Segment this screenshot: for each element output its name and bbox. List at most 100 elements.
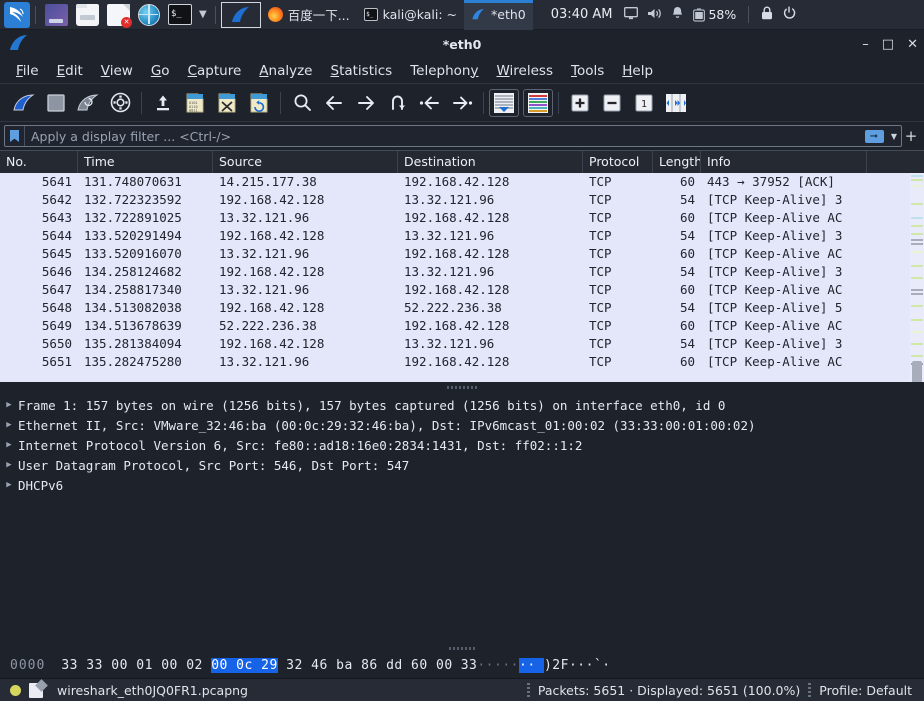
stop-capture-button[interactable] bbox=[40, 87, 72, 119]
maximize-button[interactable]: □ bbox=[882, 38, 894, 51]
wireshark-task-button[interactable] bbox=[220, 1, 261, 28]
go-to-packet-button[interactable] bbox=[382, 87, 414, 119]
lock-icon[interactable] bbox=[761, 6, 773, 23]
colorize-button[interactable] bbox=[523, 88, 553, 117]
column-header-info[interactable]: Info bbox=[701, 151, 867, 173]
pane-splitter-details-bytes[interactable] bbox=[0, 644, 924, 652]
zoom-out-button[interactable] bbox=[596, 87, 628, 119]
taskbar-clock[interactable]: 03:40 AM bbox=[551, 7, 613, 22]
document-launcher[interactable] bbox=[103, 0, 134, 30]
menu-analyze[interactable]: Analyze bbox=[251, 61, 320, 81]
apply-filter-button[interactable]: ➞ bbox=[861, 126, 887, 146]
hex-bytes[interactable]: 33 33 00 01 00 02 00 0c 29 32 46 ba 86 d… bbox=[45, 657, 452, 673]
menu-tools[interactable]: Tools bbox=[563, 61, 612, 81]
menu-file[interactable]: File bbox=[8, 61, 47, 81]
pane-splitter-list-details[interactable] bbox=[0, 382, 924, 392]
chevron-right-icon[interactable]: ▶ bbox=[0, 400, 18, 410]
bell-icon[interactable] bbox=[671, 6, 684, 23]
go-to-first-packet-button[interactable] bbox=[414, 87, 446, 119]
packet-details-pane[interactable]: ▶ Frame 1: 157 bytes on wire (1256 bits),… bbox=[0, 392, 924, 644]
column-header-length[interactable]: Length bbox=[653, 151, 701, 173]
battery-indicator[interactable]: 58% bbox=[693, 7, 736, 22]
packet-row[interactable]: 5646 134.258124682 192.168.42.128 13.32.121… bbox=[0, 263, 924, 281]
detail-row[interactable]: ▶ Frame 1: 157 bytes on wire (1256 bits),… bbox=[0, 395, 924, 415]
files-launcher[interactable] bbox=[41, 0, 72, 30]
packet-row[interactable]: 5648 134.513082038 192.168.42.128 52.222.23… bbox=[0, 299, 924, 317]
menu-wireless[interactable]: Wireless bbox=[488, 61, 561, 81]
menu-telephony[interactable]: Telephony bbox=[402, 61, 486, 81]
profile-label[interactable]: Profile: Default bbox=[819, 683, 912, 698]
capture-comment-icon[interactable] bbox=[29, 682, 43, 698]
display-icon[interactable] bbox=[624, 6, 639, 23]
packet-row[interactable]: 5641 131.748070631 14.215.177.38 192.168.42… bbox=[0, 173, 924, 191]
launcher-chevron-down-icon[interactable]: ▼ bbox=[196, 9, 210, 20]
packet-row[interactable]: 5651 135.282475280 13.32.121.96 192.168.42.… bbox=[0, 353, 924, 371]
packet-row[interactable]: 5650 135.281384094 192.168.42.128 13.32.121… bbox=[0, 335, 924, 353]
menu-go[interactable]: Go bbox=[143, 61, 178, 81]
restart-capture-button[interactable] bbox=[72, 87, 104, 119]
volume-icon[interactable] bbox=[647, 7, 662, 23]
packet-row[interactable]: 5647 134.258817340 13.32.121.96 192.168.42.… bbox=[0, 281, 924, 299]
autoscroll-button[interactable] bbox=[489, 88, 519, 117]
chevron-right-icon[interactable]: ▶ bbox=[0, 460, 18, 470]
bookmark-icon[interactable] bbox=[5, 126, 25, 146]
taskbar-window-baidu[interactable]: 百度一下... bbox=[261, 0, 357, 30]
power-icon[interactable] bbox=[782, 6, 796, 23]
display-filter-container[interactable]: Apply a display filter ... <Ctrl-/> ➞ ▼ bbox=[4, 125, 902, 147]
resize-columns-button[interactable] bbox=[660, 87, 692, 119]
capture-options-button[interactable] bbox=[104, 87, 136, 119]
add-filter-button[interactable]: + bbox=[902, 127, 920, 145]
go-forward-button[interactable] bbox=[350, 87, 382, 119]
column-header-no[interactable]: No. bbox=[0, 151, 78, 173]
expert-info-icon[interactable] bbox=[10, 684, 21, 696]
detail-row[interactable]: ▶ Ethernet II, Src: VMware_32:46:ba (00:0… bbox=[0, 415, 924, 435]
detail-row[interactable]: ▶ DHCPv6 bbox=[0, 475, 924, 495]
menu-help[interactable]: Help bbox=[614, 61, 661, 81]
save-file-button[interactable]: 0101 0110 0011 bbox=[179, 87, 211, 119]
zoom-in-button[interactable] bbox=[564, 87, 596, 119]
menu-edit[interactable]: Edit bbox=[49, 61, 91, 81]
packet-list-body[interactable]: 5641 131.748070631 14.215.177.38 192.168.42… bbox=[0, 173, 924, 382]
kali-menu-button[interactable] bbox=[4, 1, 30, 28]
packet-bytes-pane[interactable]: 0000 33 33 00 01 00 02 00 0c 29 32 46 ba… bbox=[0, 652, 924, 678]
menu-capture[interactable]: Capture bbox=[180, 61, 250, 81]
close-button[interactable]: ✕ bbox=[907, 38, 918, 51]
column-header-time[interactable]: Time bbox=[78, 151, 213, 173]
minimize-button[interactable]: – bbox=[862, 38, 869, 51]
reload-file-button[interactable] bbox=[243, 87, 275, 119]
column-header-protocol[interactable]: Protocol bbox=[583, 151, 653, 173]
open-file-button[interactable] bbox=[147, 87, 179, 119]
display-filter-input[interactable]: Apply a display filter ... <Ctrl-/> bbox=[25, 129, 861, 144]
start-capture-button[interactable] bbox=[8, 87, 40, 119]
packet-row[interactable]: 5642 132.722323592 192.168.42.128 13.32.121… bbox=[0, 191, 924, 209]
menu-view[interactable]: View bbox=[93, 61, 141, 81]
chevron-right-icon[interactable]: ▶ bbox=[0, 480, 18, 490]
hex-ascii[interactable]: 33······· )2F···`· bbox=[453, 657, 611, 673]
detail-row[interactable]: ▶ Internet Protocol Version 6, Src: fe80:… bbox=[0, 435, 924, 455]
browser-launcher[interactable] bbox=[134, 0, 164, 30]
packet-cell-proto: TCP bbox=[589, 300, 612, 315]
chevron-right-icon[interactable]: ▶ bbox=[0, 440, 18, 450]
zoom-reset-button[interactable]: 1 bbox=[628, 87, 660, 119]
find-packet-button[interactable] bbox=[286, 87, 318, 119]
menu-statistics[interactable]: Statistics bbox=[322, 61, 400, 81]
packet-list-scrollbar[interactable] bbox=[910, 173, 924, 382]
go-back-button[interactable] bbox=[318, 87, 350, 119]
chevron-right-icon[interactable]: ▶ bbox=[0, 420, 18, 430]
scrollbar-thumb[interactable] bbox=[912, 361, 922, 382]
taskbar-window-terminal[interactable]: $_ kali@kali: ~ bbox=[357, 0, 464, 30]
packet-row[interactable]: 5645 133.520916070 13.32.121.96 192.168.42.… bbox=[0, 245, 924, 263]
terminal-launcher[interactable]: $_ bbox=[164, 0, 196, 30]
close-file-button[interactable] bbox=[211, 87, 243, 119]
taskbar-window-eth0[interactable]: *eth0 bbox=[464, 0, 533, 30]
packet-row[interactable]: 5644 133.520291494 192.168.42.128 13.32.121… bbox=[0, 227, 924, 245]
detail-row[interactable]: ▶ User Datagram Protocol, Src Port: 546, … bbox=[0, 455, 924, 475]
folder-launcher[interactable] bbox=[72, 0, 103, 30]
packet-row[interactable]: 5649 134.513678639 52.222.236.38 192.168.42… bbox=[0, 317, 924, 335]
column-header-source[interactable]: Source bbox=[213, 151, 398, 173]
packet-row[interactable]: 5643 132.722891025 13.32.121.96 192.168.42.… bbox=[0, 209, 924, 227]
column-header-destination[interactable]: Destination bbox=[398, 151, 583, 173]
go-to-last-packet-button[interactable] bbox=[446, 87, 478, 119]
chevron-down-icon[interactable]: ▼ bbox=[887, 132, 901, 141]
packet-cell-src: 14.215.177.38 bbox=[219, 174, 317, 189]
